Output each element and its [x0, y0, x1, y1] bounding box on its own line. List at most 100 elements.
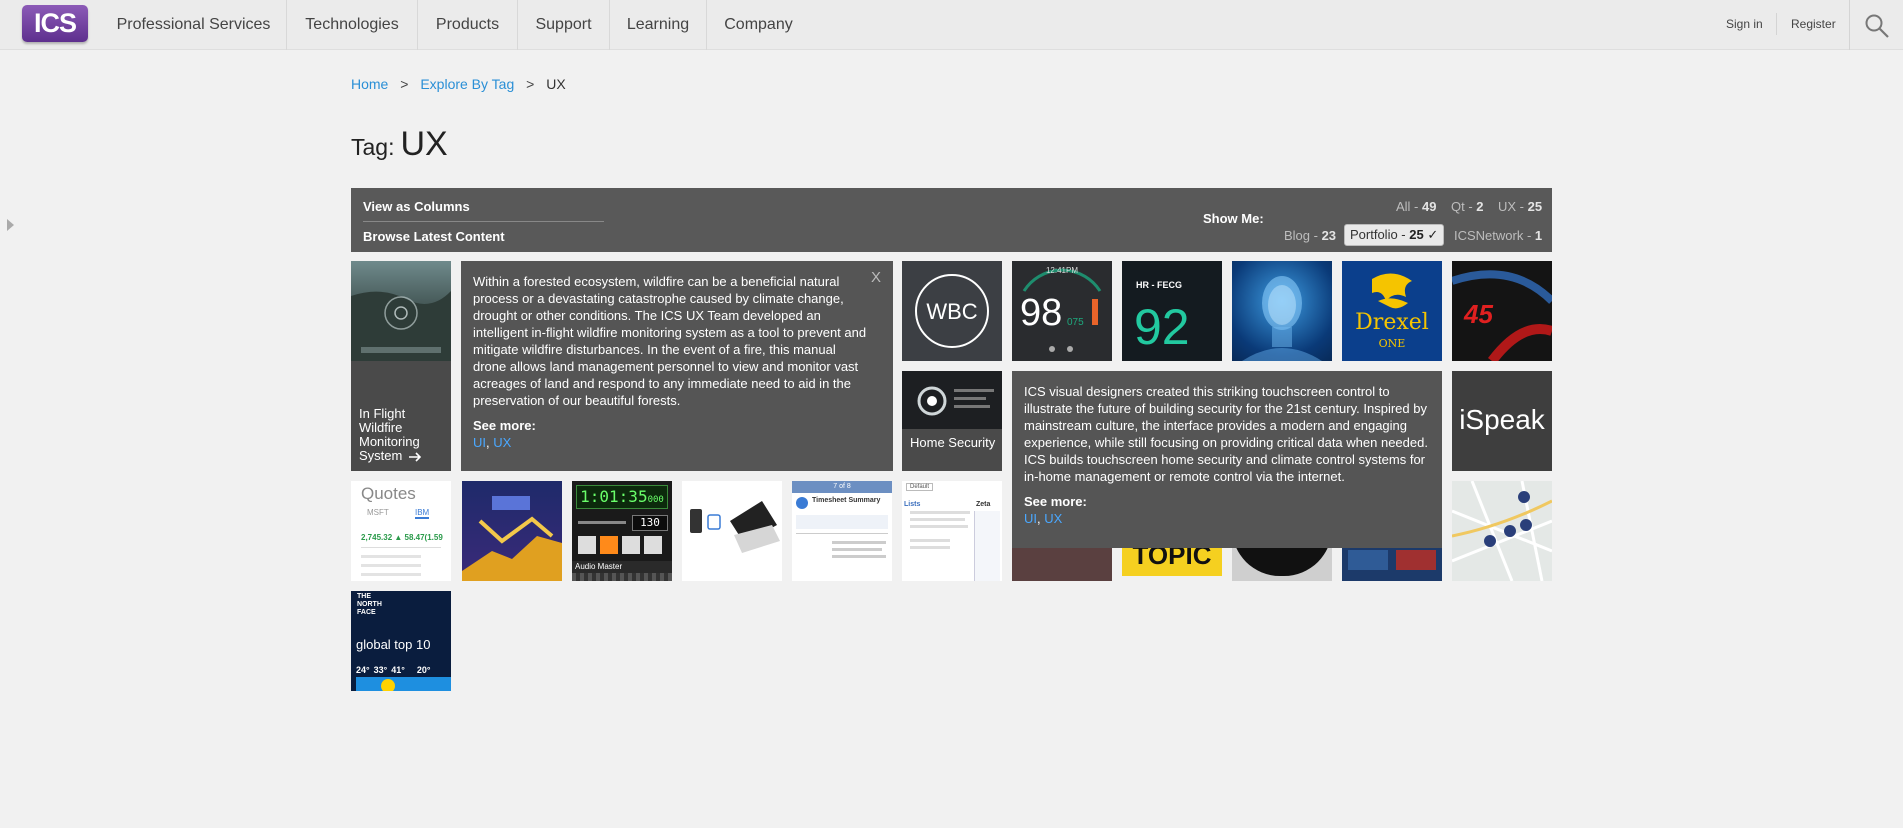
tile-gauge-dark[interactable]	[1232, 548, 1332, 581]
global-top-text: global top 10	[356, 637, 431, 652]
filter-portfolio[interactable]: Portfolio - 25 ✓	[1344, 224, 1445, 246]
breadcrumb-separator: >	[400, 76, 409, 92]
tile-quotes[interactable]: Quotes MSFT IBM 2,745.32 ▲ 58.47(1.59	[351, 481, 451, 581]
breadcrumb-home[interactable]: Home	[351, 76, 388, 92]
security-thumbnail	[902, 371, 1002, 429]
nav-learning[interactable]: Learning	[610, 0, 707, 50]
tile-ispeak[interactable]: iSpeak	[1452, 371, 1552, 471]
tile-drexel[interactable]: Drexel ONE	[1342, 261, 1442, 361]
tile-speed[interactable]: 12:41PM 98 075	[1012, 261, 1112, 361]
nav-separator	[1849, 0, 1850, 50]
tag-link-ui[interactable]: UI	[473, 435, 486, 450]
ispeak-text: iSpeak	[1459, 404, 1545, 435]
filter-icsnetwork[interactable]: ICSNetwork - 1	[1454, 228, 1542, 243]
breadcrumb-explore-by-tag[interactable]: Explore By Tag	[420, 76, 514, 92]
arrow-right-icon	[408, 451, 422, 462]
nav-separator	[1776, 13, 1777, 35]
timesheet-title: Timesheet Summary	[812, 497, 881, 504]
view-as-columns-link[interactable]: View as Columns	[363, 199, 470, 214]
filter-all[interactable]: All - 49	[1396, 199, 1436, 214]
tile-weather[interactable]: THE NORTH FACE global top 10 24° 33° 41° 20…	[351, 591, 451, 691]
tile-dashboard-blue[interactable]	[1342, 548, 1442, 581]
wbc-text: WBC	[926, 299, 977, 324]
quotes-tab-ibm: IBM	[415, 508, 430, 519]
speed-gauge: 12:41PM 98 075	[1020, 266, 1102, 352]
security-caption: Home Security	[910, 435, 996, 450]
nav-support[interactable]: Support	[518, 0, 610, 50]
quote-price: 2,745.32 ▲ 58.47(1.59	[361, 533, 443, 542]
svg-text:HR - FECG: HR - FECG	[1136, 280, 1182, 290]
quotes-tab-msft: MSFT	[367, 508, 389, 517]
tile-topic[interactable]: TOPIC	[1122, 548, 1222, 576]
see-more-label: See more:	[473, 418, 536, 433]
wbc-thumbnail: WBC	[915, 274, 989, 348]
nav-products[interactable]: Products	[418, 0, 518, 50]
filter-qt[interactable]: Qt - 2	[1451, 199, 1484, 214]
tile-audio-master[interactable]: 1:01:35000 130 Audio Master	[572, 481, 672, 581]
filter-blog[interactable]: Blog - 23	[1284, 228, 1336, 243]
tag-link-ui[interactable]: UI	[1024, 511, 1037, 526]
drexel-thumbnail: Drexel ONE	[1355, 273, 1429, 350]
xray-head-image	[1242, 276, 1322, 361]
tag-value: UX	[400, 125, 448, 163]
tile-map[interactable]	[1452, 481, 1552, 581]
tile-timesheet[interactable]: 7 of 8 Timesheet Summary	[792, 481, 892, 581]
svg-text:12:41PM: 12:41PM	[1046, 266, 1078, 275]
tile-game[interactable]	[462, 481, 562, 581]
page-title: Tag: UX	[351, 125, 448, 164]
filter-bar: View as Columns Browse Latest Content Sh…	[351, 188, 1552, 252]
register-link[interactable]: Register	[1791, 0, 1836, 50]
weather-temps: 24° 33° 41° 20°	[356, 665, 431, 675]
security-popup: ICS visual designers created this striki…	[1012, 371, 1442, 548]
topic-text: TOPIC	[1132, 548, 1212, 570]
tile-wbc[interactable]: WBC	[902, 261, 1002, 361]
breadcrumb: Home > Explore By Tag > UX	[351, 76, 566, 92]
svg-text:ONE: ONE	[1379, 337, 1406, 350]
tag-link-ux[interactable]: UX	[1044, 511, 1062, 526]
tile-home-security[interactable]: Home Security	[902, 371, 1002, 471]
drone-image	[351, 291, 451, 361]
tile-mph[interactable]: 45	[1452, 261, 1552, 361]
northface-logo: THE NORTH FACE	[357, 593, 382, 616]
tile-phone-keyboard[interactable]	[682, 481, 782, 581]
timesheet-nav: 7 of 8	[792, 481, 892, 493]
svg-text:92: 92	[1134, 299, 1190, 355]
wildfire-thumbnail	[351, 261, 451, 361]
filter-ux[interactable]: UX - 25	[1498, 199, 1542, 214]
wildfire-caption: In Flight Wildfire Monitoring System	[359, 407, 449, 463]
tile-xray-head[interactable]	[1232, 261, 1332, 361]
lists-title: Lists	[904, 501, 921, 508]
divider	[363, 221, 604, 222]
audio-master-label: Audio Master	[572, 561, 672, 573]
browse-latest-content-link[interactable]: Browse Latest Content	[363, 229, 505, 244]
breadcrumb-current: UX	[546, 76, 566, 92]
svg-text:075: 075	[1067, 317, 1084, 328]
nav-company[interactable]: Company	[707, 0, 810, 50]
nav-professional-services[interactable]: Professional Services	[101, 0, 287, 50]
tile-map-red[interactable]	[1012, 548, 1112, 581]
breadcrumb-separator: >	[526, 76, 535, 92]
game-thumbnail	[462, 496, 562, 581]
hr-thumbnail: HR - FECG 92	[1134, 280, 1190, 355]
tag-link-ux[interactable]: UX	[493, 435, 511, 450]
tile-hr-fecg[interactable]: HR - FECG 92	[1122, 261, 1222, 361]
audio-tempo: 130	[632, 515, 668, 531]
ics-logo[interactable]: ICS	[22, 5, 88, 42]
svg-text:98: 98	[1020, 292, 1062, 334]
svg-text:Drexel: Drexel	[1355, 310, 1429, 335]
sign-in-link[interactable]: Sign in	[1726, 0, 1763, 50]
tile-wildfire[interactable]: In Flight Wildfire Monitoring System	[351, 261, 451, 471]
lists-zeta: Zeta	[976, 501, 991, 508]
search-icon[interactable]	[1864, 13, 1890, 39]
side-panel-toggle-icon[interactable]	[7, 219, 14, 231]
close-icon[interactable]: X	[871, 269, 881, 286]
wildfire-popup: X Within a forested ecosystem, wildfire …	[461, 261, 893, 471]
tile-lists[interactable]: Default Lists Zeta	[902, 481, 1002, 581]
phone-keyboard-image	[690, 501, 780, 553]
see-more-label: See more:	[1024, 494, 1087, 509]
audio-transport	[578, 536, 668, 554]
nav-technologies[interactable]: Technologies	[287, 0, 418, 50]
mph-thumbnail: 45	[1452, 270, 1552, 361]
security-description: ICS visual designers created this striki…	[1024, 384, 1428, 484]
top-nav: ICS Professional Services Technologies P…	[0, 0, 1903, 50]
